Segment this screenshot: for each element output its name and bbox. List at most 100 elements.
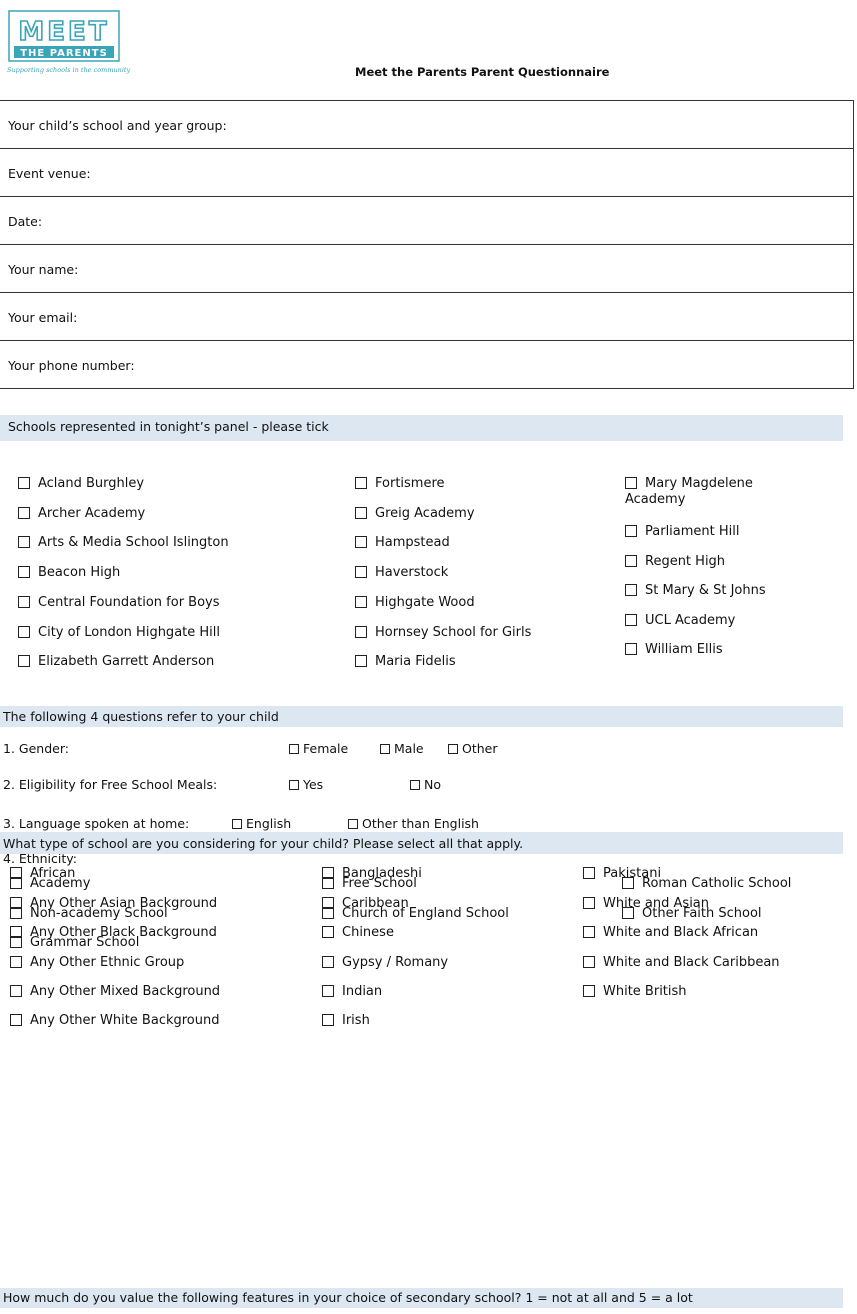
checkbox[interactable] (625, 525, 637, 537)
checkbox[interactable] (18, 507, 30, 519)
checkbox[interactable] (10, 877, 22, 889)
checkbox[interactable] (625, 555, 637, 567)
checkbox-option[interactable]: Free School (322, 876, 417, 892)
checkbox-option[interactable]: Highgate Wood (355, 595, 475, 611)
checkbox[interactable] (355, 507, 367, 519)
field-date[interactable]: Date: (0, 197, 853, 245)
checkbox-option[interactable]: Indian (322, 984, 382, 1000)
checkbox[interactable] (10, 936, 22, 948)
checkbox[interactable] (232, 819, 242, 829)
checkbox[interactable] (380, 744, 390, 754)
checkbox[interactable] (348, 819, 358, 829)
checkbox-option[interactable]: Arts & Media School Islington (18, 535, 229, 551)
checkbox-option[interactable]: Hampstead (355, 535, 450, 551)
checkbox[interactable] (355, 626, 367, 638)
option-no[interactable]: No (410, 777, 441, 792)
checkbox-option[interactable]: Roman Catholic School (622, 876, 791, 892)
checkbox[interactable] (583, 985, 595, 997)
checkbox[interactable] (322, 956, 334, 968)
checkbox-option[interactable]: Any Other Ethnic Group (10, 955, 184, 971)
checkbox-option[interactable]: Other Faith School (622, 906, 762, 922)
checkbox-option[interactable]: White and Black Caribbean (583, 955, 780, 971)
checkbox[interactable] (322, 1014, 334, 1026)
checkbox[interactable] (625, 477, 637, 489)
checkbox[interactable] (355, 566, 367, 578)
checkbox[interactable] (355, 477, 367, 489)
checkbox[interactable] (583, 867, 595, 879)
option-yes[interactable]: Yes (289, 777, 323, 792)
checkbox-option[interactable]: Irish (322, 1013, 370, 1029)
checkbox-option[interactable]: Regent High (625, 554, 725, 570)
checkbox[interactable] (448, 744, 458, 754)
checkbox-option[interactable]: City of London Highgate Hill (18, 625, 220, 641)
option-other[interactable]: Other (448, 741, 498, 756)
checkbox[interactable] (289, 744, 299, 754)
checkbox-option[interactable]: White and Black African (583, 925, 758, 941)
field-name[interactable]: Your name: (0, 245, 853, 293)
checkbox[interactable] (18, 596, 30, 608)
checkbox-option[interactable]: Acland Burghley (18, 476, 144, 492)
checkbox[interactable] (10, 907, 22, 919)
checkbox[interactable] (10, 956, 22, 968)
checkbox-option[interactable]: St Mary & St Johns (625, 583, 766, 599)
option-other-than-english[interactable]: Other than English (348, 816, 479, 831)
checkbox[interactable] (583, 926, 595, 938)
checkbox-option[interactable]: Parliament Hill (625, 524, 740, 540)
checkbox-option[interactable]: Elizabeth Garrett Anderson (18, 654, 214, 670)
checkbox-option[interactable]: UCL Academy (625, 613, 735, 629)
checkbox[interactable] (625, 584, 637, 596)
field-event-venue[interactable]: Event venue: (0, 149, 853, 197)
checkbox[interactable] (18, 477, 30, 489)
checkbox-option[interactable]: White British (583, 984, 687, 1000)
checkbox[interactable] (18, 566, 30, 578)
option-label: Haverstock (375, 565, 449, 580)
checkbox[interactable] (289, 780, 299, 790)
option-female[interactable]: Female (289, 741, 348, 756)
checkbox[interactable] (10, 985, 22, 997)
checkbox-option[interactable]: Fortismere (355, 476, 445, 492)
checkbox[interactable] (322, 985, 334, 997)
checkbox[interactable] (583, 956, 595, 968)
option-english[interactable]: English (232, 816, 291, 831)
option-label: Other Faith School (642, 906, 762, 921)
checkbox[interactable] (625, 614, 637, 626)
checkbox[interactable] (322, 907, 334, 919)
checkbox[interactable] (625, 643, 637, 655)
checkbox[interactable] (18, 655, 30, 667)
checkbox-option[interactable]: Hornsey School for Girls (355, 625, 531, 641)
checkbox-option[interactable]: Any Other Mixed Background (10, 984, 220, 1000)
checkbox-option[interactable]: Gypsy / Romany (322, 955, 448, 971)
checkbox-option[interactable]: Mary Magdelene Academy (625, 476, 795, 508)
checkbox-option[interactable]: Academy (10, 876, 90, 892)
checkbox-option[interactable]: Grammar School (10, 935, 139, 951)
checkbox[interactable] (18, 536, 30, 548)
option-label: William Ellis (645, 642, 723, 657)
checkbox[interactable] (322, 877, 334, 889)
field-phone[interactable]: Your phone number: (0, 341, 853, 389)
checkbox[interactable] (410, 780, 420, 790)
checkbox[interactable] (10, 1014, 22, 1026)
checkbox-option[interactable]: Archer Academy (18, 506, 145, 522)
checkbox[interactable] (355, 536, 367, 548)
checkbox-option[interactable]: William Ellis (625, 642, 723, 658)
checkbox[interactable] (355, 596, 367, 608)
checkbox-option[interactable]: Central Foundation for Boys (18, 595, 220, 611)
option-male[interactable]: Male (380, 741, 424, 756)
checkbox-option[interactable]: Beacon High (18, 565, 120, 581)
field-email[interactable]: Your email: (0, 293, 853, 341)
checkbox[interactable] (622, 907, 634, 919)
checkbox-option[interactable]: Any Other White Background (10, 1013, 220, 1029)
checkbox-option[interactable]: Maria Fidelis (355, 654, 456, 670)
checkbox[interactable] (583, 897, 595, 909)
checkbox-option[interactable]: Chinese (322, 925, 394, 941)
checkbox-option[interactable]: Non-academy School (10, 906, 168, 922)
checkbox-option[interactable]: Haverstock (355, 565, 448, 581)
checkbox[interactable] (355, 655, 367, 667)
checkbox-option[interactable]: Greig Academy (355, 506, 475, 522)
checkbox[interactable] (622, 877, 634, 889)
checkbox[interactable] (322, 926, 334, 938)
checkbox[interactable] (18, 626, 30, 638)
field-school-year[interactable]: Your child’s school and year group: (0, 101, 853, 149)
checkbox-option[interactable]: Church of England School (322, 906, 509, 922)
question-language: 3. Language spoken at home: (3, 816, 190, 831)
